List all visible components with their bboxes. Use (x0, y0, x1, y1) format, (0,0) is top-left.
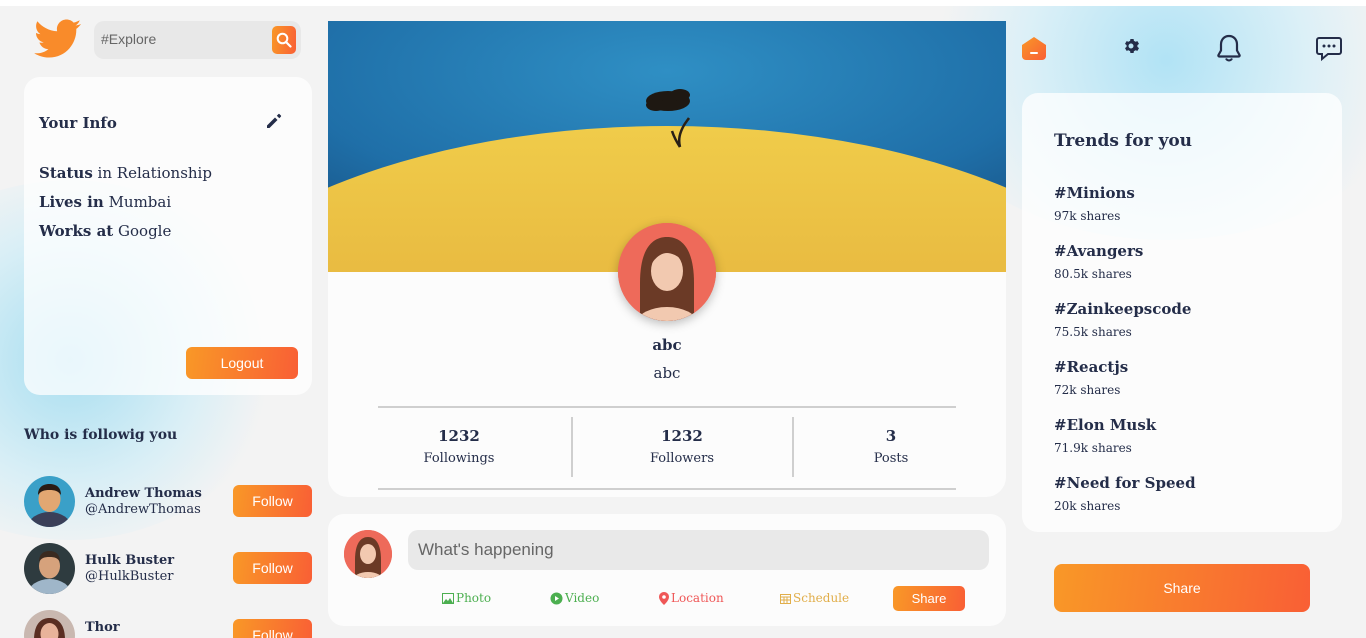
follower-handle: @HulkBuster (85, 569, 174, 584)
follower-item: Andrew Thomas @AndrewThomas Follow (24, 476, 312, 528)
trend-item[interactable]: #Need for Speed 20k shares (1054, 474, 1196, 513)
stat-posts: 3 Posts (873, 427, 909, 466)
info-title: Your Info (39, 114, 117, 132)
video-option[interactable]: Video (550, 591, 599, 605)
search-input[interactable]: #Explore (101, 31, 156, 47)
schedule-option[interactable]: Schedule (780, 591, 849, 605)
post-composer: What's happening Photo Video Location Sc… (328, 514, 1006, 626)
info-lives-in: Lives in Mumbai (39, 193, 172, 211)
stat-followings: 1232 Followings (423, 427, 495, 466)
follower-name: Hulk Buster (85, 553, 175, 568)
location-option[interactable]: Location (659, 591, 724, 605)
avatar (24, 610, 75, 638)
twitter-logo-icon[interactable] (34, 18, 82, 62)
follower-name: Thor (85, 620, 120, 635)
photo-option[interactable]: Photo (442, 591, 491, 605)
trend-item[interactable]: #Elon Musk 71.9k shares (1054, 416, 1156, 455)
bell-icon (1217, 34, 1241, 62)
gear-icon (1125, 39, 1139, 53)
divider (792, 417, 794, 477)
follow-button[interactable]: Follow (233, 619, 312, 638)
info-status: Status in Relationship (39, 164, 212, 182)
follower-handle: @AndrewThomas (85, 502, 201, 517)
info-card: Your Info Status in Relationship Lives i… (24, 77, 312, 395)
notifications-nav[interactable] (1216, 34, 1244, 62)
post-share-button[interactable]: Share (893, 586, 965, 611)
avatar (344, 530, 392, 578)
profile-name: abc (652, 336, 682, 354)
divider (571, 417, 573, 477)
home-nav[interactable] (1021, 34, 1049, 62)
logout-button[interactable]: Logout (186, 347, 298, 379)
search-bar[interactable]: #Explore (94, 21, 301, 59)
share-button[interactable]: Share (1054, 564, 1310, 612)
home-icon (1022, 37, 1046, 60)
trends-title: Trends for you (1054, 131, 1193, 151)
trend-item[interactable]: #Zainkeepscode 75.5k shares (1054, 300, 1191, 339)
avatar (24, 543, 75, 594)
search-button[interactable] (272, 26, 296, 54)
followers-title: Who is followig you (24, 427, 178, 443)
chat-icon (1316, 37, 1342, 62)
photo-icon (442, 592, 454, 604)
play-icon (550, 592, 563, 604)
profile-handle: abc (653, 364, 681, 382)
follower-item: Thor Follow (24, 610, 312, 638)
stat-followers: 1232 Followers (650, 427, 714, 466)
calendar-icon (780, 593, 791, 604)
info-works-at: Works at Google (39, 222, 172, 240)
post-input[interactable]: What's happening (408, 530, 989, 570)
profile-picture[interactable] (618, 223, 716, 321)
trend-item[interactable]: #Reactjs 72k shares (1054, 358, 1128, 397)
follower-name: Andrew Thomas (85, 486, 202, 501)
avatar (24, 476, 75, 527)
divider (378, 488, 956, 490)
follow-button[interactable]: Follow (233, 485, 312, 517)
pencil-icon[interactable] (265, 112, 283, 130)
trends-card: Trends for you #Minions 97k shares #Avan… (1022, 93, 1342, 532)
follower-item: Hulk Buster @HulkBuster Follow (24, 543, 312, 595)
divider (378, 406, 956, 408)
messages-nav[interactable] (1316, 34, 1344, 62)
follow-button[interactable]: Follow (233, 552, 312, 584)
profile-card: abc abc 1232 Followings 1232 Followers 3… (328, 21, 1006, 497)
settings-nav[interactable] (1122, 34, 1150, 62)
location-pin-icon (659, 591, 669, 605)
search-icon (276, 32, 292, 48)
trend-item[interactable]: #Avangers 80.5k shares (1054, 242, 1143, 281)
trend-item[interactable]: #Minions 97k shares (1054, 184, 1135, 223)
